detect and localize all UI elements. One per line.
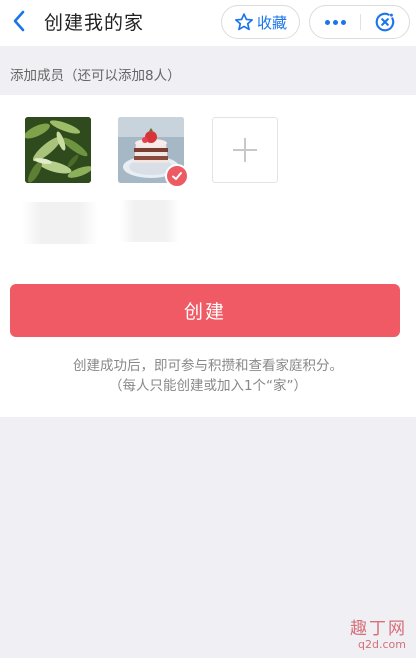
member-avatar[interactable] — [118, 117, 189, 188]
nav-bar: 创建我的家 收藏 — [0, 0, 416, 46]
mini-program-capsule — [309, 5, 410, 39]
add-member-button[interactable] — [212, 117, 278, 183]
vegetables-photo — [25, 117, 91, 183]
star-icon — [234, 13, 253, 31]
add-members-label: 添加成员（还可以添加8人） — [10, 68, 181, 84]
plus-icon — [233, 138, 257, 162]
back-button[interactable] — [4, 6, 34, 36]
watermark-text: 趣丁网 — [350, 619, 407, 639]
info-text: 创建成功后，即可参与积攒和查看家庭积分。 — [73, 358, 343, 374]
info-note: （每人只能创建或加入1个“家”） — [108, 378, 308, 394]
close-button[interactable] — [361, 6, 409, 38]
members-card: 创建 创建成功后，即可参与积攒和查看家庭积分。 （每人只能创建或加入1个“家”） — [0, 95, 416, 417]
checkmark-icon — [172, 172, 182, 180]
more-dot-icon — [332, 19, 338, 25]
member-avatar[interactable] — [25, 117, 91, 183]
page-title: 创建我的家 — [44, 12, 145, 34]
close-circle-icon — [375, 12, 395, 32]
selected-badge — [165, 164, 189, 188]
more-dot-icon — [324, 19, 330, 25]
member-name-redacted — [22, 202, 98, 244]
more-dot-icon — [340, 19, 346, 25]
member-name-redacted — [120, 200, 180, 242]
favorite-button[interactable]: 收藏 — [221, 5, 300, 39]
site-watermark: 趣丁网 q2d.com — [340, 614, 414, 656]
watermark-url: q2d.com — [358, 638, 406, 651]
favorite-label: 收藏 — [256, 13, 287, 32]
create-button[interactable]: 创建 — [10, 284, 400, 337]
chevron-left-icon — [13, 10, 25, 32]
more-button[interactable] — [310, 6, 360, 38]
